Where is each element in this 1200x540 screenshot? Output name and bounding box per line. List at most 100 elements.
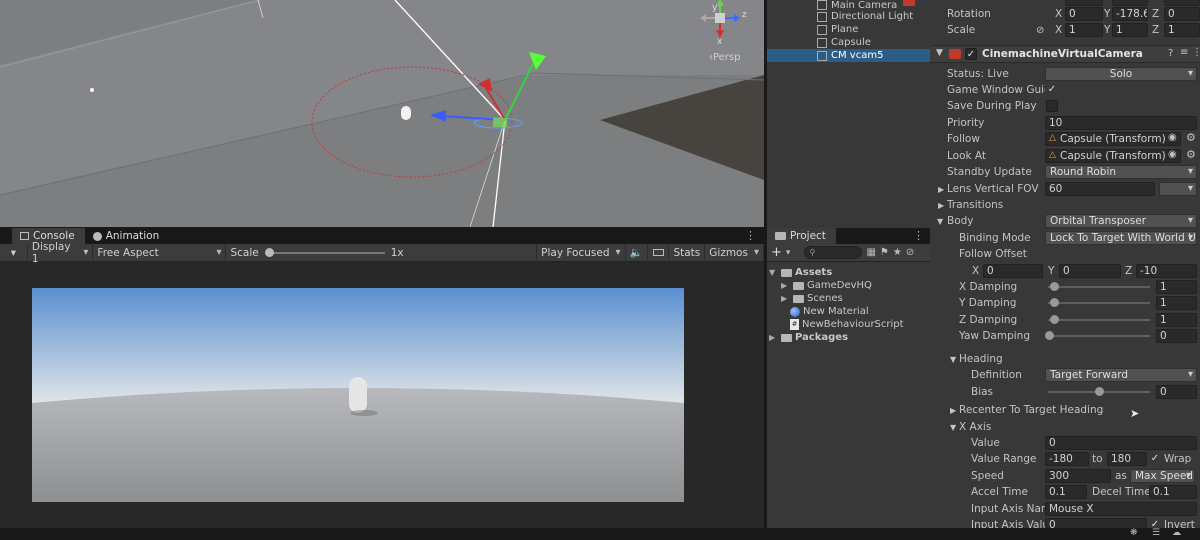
expand-icon[interactable]: ▶ — [938, 185, 944, 194]
input-axis-name-field[interactable]: Mouse X — [1045, 502, 1197, 516]
game-view-render[interactable] — [32, 288, 684, 502]
display-select[interactable]: Display 1 — [28, 241, 94, 265]
scale-slider[interactable] — [264, 247, 385, 257]
yaw-damping-field[interactable]: 0 — [1156, 329, 1197, 343]
light-icon[interactable] — [90, 88, 94, 92]
expand-icon[interactable]: ▼ — [769, 268, 778, 277]
component-enabled-checkbox[interactable]: ✓ — [965, 48, 977, 60]
solo-button[interactable]: Solo — [1045, 67, 1197, 81]
projection-label[interactable]: ‹Persp — [709, 52, 741, 63]
follow-offset-x-field[interactable]: 0 — [983, 264, 1043, 278]
value-range-max-field[interactable]: 180 — [1107, 452, 1147, 466]
expand-icon[interactable]: ▶ — [781, 281, 790, 290]
heading-label[interactable]: Heading — [959, 353, 1003, 365]
rotation-x-field[interactable]: 0 — [1065, 7, 1103, 21]
expand-icon[interactable]: ▶ — [781, 294, 790, 303]
component-header[interactable]: ▼ ✓ CinemachineVirtualCamera ? ≡ ⋮ — [930, 45, 1200, 63]
collapse-icon[interactable]: ▼ — [950, 423, 956, 432]
gear-icon[interactable]: ⚙ — [1186, 148, 1196, 161]
transitions-label[interactable]: Transitions — [947, 199, 1003, 211]
project-item[interactable]: # NewBehaviourScript — [767, 318, 930, 331]
hierarchy-item[interactable]: Capsule — [767, 36, 930, 49]
scale-z-field[interactable]: 1 — [1164, 23, 1200, 37]
hierarchy-item[interactable]: CM vcam5 — [767, 49, 930, 62]
layers-icon[interactable]: ☰ — [1152, 528, 1160, 538]
x-damping-slider[interactable] — [1048, 286, 1150, 288]
tab-project[interactable]: Project — [767, 228, 836, 244]
gear-icon[interactable]: ⚙ — [1186, 131, 1196, 144]
scale-control[interactable]: Scale 1x — [226, 244, 536, 262]
stats-button[interactable]: Stats — [669, 243, 706, 262]
lens-vertical-fov-field[interactable]: 60 — [1045, 182, 1155, 196]
input-axis-value-field[interactable]: 0 — [1045, 518, 1147, 528]
capsule-object[interactable] — [401, 106, 411, 120]
z-damping-field[interactable]: 1 — [1156, 313, 1197, 327]
scale-slider-knob[interactable] — [264, 247, 274, 257]
project-item[interactable]: ▶ Packages — [767, 331, 930, 344]
accel-time-field[interactable]: 0.1 — [1045, 485, 1087, 499]
y-damping-slider-knob[interactable] — [1050, 298, 1059, 307]
save-during-play-checkbox[interactable] — [1046, 100, 1058, 112]
play-mode-select[interactable]: Play Focused — [536, 243, 626, 262]
project-item[interactable]: ▶ GameDevHQ — [767, 279, 930, 292]
scene-view[interactable]: y z x ‹Persp — [0, 0, 764, 227]
value-range-min-field[interactable]: -180 — [1045, 452, 1089, 466]
z-cone-icon[interactable] — [734, 14, 740, 22]
help-icon[interactable]: ? — [1168, 48, 1173, 59]
recenter-to-target-heading-label[interactable]: Recenter To Target Heading — [959, 404, 1103, 416]
foldout-icon[interactable]: ▼ — [936, 48, 943, 58]
follow-field[interactable]: Capsule (Transform) — [1045, 132, 1181, 146]
y-damping-slider[interactable] — [1048, 302, 1150, 304]
x-damping-slider-knob[interactable] — [1050, 282, 1059, 291]
scene-canvas[interactable] — [0, 0, 764, 227]
yaw-damping-slider-knob[interactable] — [1045, 331, 1054, 340]
aspect-select[interactable]: Free Aspect — [93, 243, 227, 262]
follow-offset-z-field[interactable]: -10 — [1136, 264, 1197, 278]
constrain-proportions-icon[interactable]: ⊘ — [1036, 25, 1044, 36]
rotation-z-field[interactable]: 0 — [1164, 7, 1200, 21]
x-axis-label[interactable]: X Axis — [959, 421, 991, 433]
y-damping-field[interactable]: 1 — [1156, 296, 1197, 310]
scale-x-field[interactable]: 1 — [1065, 23, 1103, 37]
search-by-type-icon[interactable]: ▦ — [866, 247, 875, 258]
body-select[interactable]: Orbital Transposer — [1045, 214, 1197, 228]
hierarchy-empty-area[interactable] — [767, 62, 930, 228]
add-asset-button[interactable]: + — [771, 245, 782, 260]
more-options-icon[interactable]: ⋮ — [913, 228, 930, 244]
hierarchy-item[interactable]: Plane — [767, 23, 930, 36]
value-field[interactable]: 0 — [1045, 436, 1197, 450]
game-view-menu-button[interactable]: ▾ — [0, 243, 28, 262]
collapse-icon[interactable]: ▼ — [937, 217, 943, 226]
yaw-damping-slider[interactable] — [1048, 335, 1150, 337]
hidden-packages-icon[interactable]: ⊘ — [906, 247, 914, 258]
rotation-y-field[interactable]: -178.6 — [1112, 7, 1148, 21]
favorite-icon[interactable]: ★ — [893, 247, 902, 258]
decel-time-field[interactable]: 0.1 — [1149, 485, 1197, 499]
x-damping-field[interactable]: 1 — [1156, 280, 1197, 294]
speed-field[interactable]: 300 — [1045, 469, 1111, 483]
bias-slider-knob[interactable] — [1095, 387, 1104, 396]
project-item[interactable]: New Material — [767, 305, 930, 318]
priority-field[interactable]: 10 — [1045, 116, 1197, 130]
hierarchy-item[interactable]: Directional Light — [767, 10, 930, 23]
lens-preset-select[interactable] — [1159, 182, 1197, 196]
gizmos-select[interactable]: Gizmos — [705, 243, 764, 262]
project-item[interactable]: ▶ Scenes — [767, 292, 930, 305]
expand-icon[interactable]: ▶ — [938, 201, 944, 210]
more-options-icon[interactable]: ⋮ — [745, 228, 764, 244]
more-options-icon[interactable]: ⋮ — [1192, 47, 1200, 58]
gizmo-center-cube[interactable] — [715, 13, 725, 23]
neg-z-cone-icon[interactable] — [700, 14, 706, 22]
look-at-field[interactable]: Capsule (Transform) — [1045, 149, 1181, 163]
binding-mode-select[interactable]: Lock To Target With World U — [1045, 231, 1197, 245]
collab-icon[interactable]: ☁ — [1172, 528, 1181, 538]
search-input[interactable]: ⚲ — [804, 246, 863, 259]
search-by-label-icon[interactable]: ⚑ — [880, 247, 889, 258]
follow-offset-y-field[interactable]: 0 — [1059, 264, 1121, 278]
settings-sliders-icon[interactable]: ≡ — [1180, 47, 1188, 58]
keyboard-shortcuts-button[interactable] — [648, 243, 670, 262]
z-damping-slider-knob[interactable] — [1050, 315, 1059, 324]
object-picker-icon[interactable]: ◉ — [1168, 149, 1177, 160]
bias-field[interactable]: 0 — [1156, 385, 1197, 399]
speed-mode-select[interactable]: Max Speed — [1130, 469, 1195, 483]
